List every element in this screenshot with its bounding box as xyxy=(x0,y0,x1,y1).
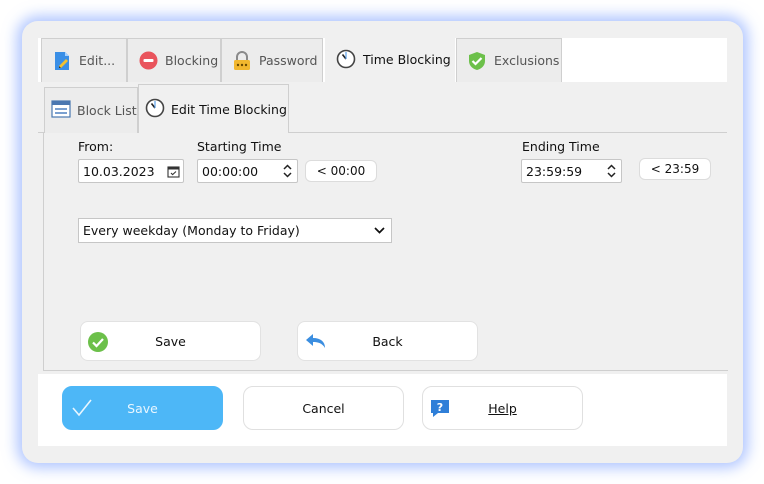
panel-back-button[interactable]: Back xyxy=(297,321,478,361)
subtab-block-list[interactable]: Block List xyxy=(44,87,138,133)
calendar-icon[interactable] xyxy=(167,165,180,178)
chevron-down-icon[interactable] xyxy=(282,172,292,178)
tab-label: Password xyxy=(259,53,318,68)
ending-time-input[interactable]: 23:59:59 xyxy=(521,159,622,183)
tab-edit[interactable]: Edit... xyxy=(41,38,127,82)
chevron-up-icon[interactable] xyxy=(606,164,616,170)
lock-icon xyxy=(232,50,252,71)
panel-save-button[interactable]: Save xyxy=(80,321,261,361)
starting-time-label: Starting Time xyxy=(197,139,282,154)
button-label: Save xyxy=(127,400,158,416)
tab-label: Time Blocking xyxy=(363,51,451,67)
checkmark-icon xyxy=(71,398,93,420)
subtab-label: Edit Time Blocking xyxy=(171,101,287,117)
ending-time-stepper[interactable] xyxy=(603,164,619,178)
starting-time-input[interactable]: 00:00:00 xyxy=(197,159,298,183)
svg-text:?: ? xyxy=(437,401,443,414)
button-label: Cancel xyxy=(302,400,345,416)
sub-tab-bar: Block List Edit Time Blocking xyxy=(38,84,727,133)
clock-icon xyxy=(336,49,356,69)
tab-blocking[interactable]: Blocking xyxy=(127,38,221,82)
back-arrow-icon xyxy=(304,331,326,353)
footer-cancel-button[interactable]: Cancel xyxy=(243,386,404,430)
footer-help-button[interactable]: ? Help xyxy=(422,386,583,430)
button-label: Save xyxy=(155,333,186,349)
footer-save-button[interactable]: Save xyxy=(62,386,223,430)
help-icon: ? xyxy=(430,399,452,421)
chevron-down-icon xyxy=(374,227,385,234)
repeat-select[interactable]: Every weekday (Monday to Friday) xyxy=(78,218,392,243)
edit-document-icon xyxy=(52,51,72,71)
from-date-input[interactable]: 10.03.2023 xyxy=(78,159,184,183)
from-label: From: xyxy=(78,139,114,154)
clock-icon xyxy=(145,98,165,121)
tab-time-blocking[interactable]: Time Blocking xyxy=(325,35,455,83)
ending-time-label: Ending Time xyxy=(522,139,600,154)
button-label: Help xyxy=(488,400,517,416)
starting-time-stepper[interactable] xyxy=(279,164,295,178)
main-tab-bar: Edit... Blocking Password Time Blocking … xyxy=(38,35,727,83)
subtab-edit-time-blocking[interactable]: Edit Time Blocking xyxy=(138,84,289,133)
starting-time-quick-button[interactable]: < 00:00 xyxy=(305,160,377,182)
tab-label: Blocking xyxy=(165,53,219,68)
tab-label: Edit... xyxy=(79,53,116,68)
chevron-down-icon[interactable] xyxy=(606,172,616,178)
subtab-label: Block List xyxy=(77,103,137,118)
shield-check-icon xyxy=(467,51,487,71)
ending-time-quick-button[interactable]: < 23:59 xyxy=(639,158,711,180)
chevron-up-icon[interactable] xyxy=(282,164,292,170)
check-circle-icon xyxy=(87,331,109,353)
tab-label: Exclusions xyxy=(494,53,560,68)
button-label: Back xyxy=(372,333,403,349)
block-icon xyxy=(138,51,158,71)
tab-exclusions[interactable]: Exclusions xyxy=(456,38,562,82)
list-icon xyxy=(51,100,71,121)
tab-password[interactable]: Password xyxy=(221,38,323,82)
